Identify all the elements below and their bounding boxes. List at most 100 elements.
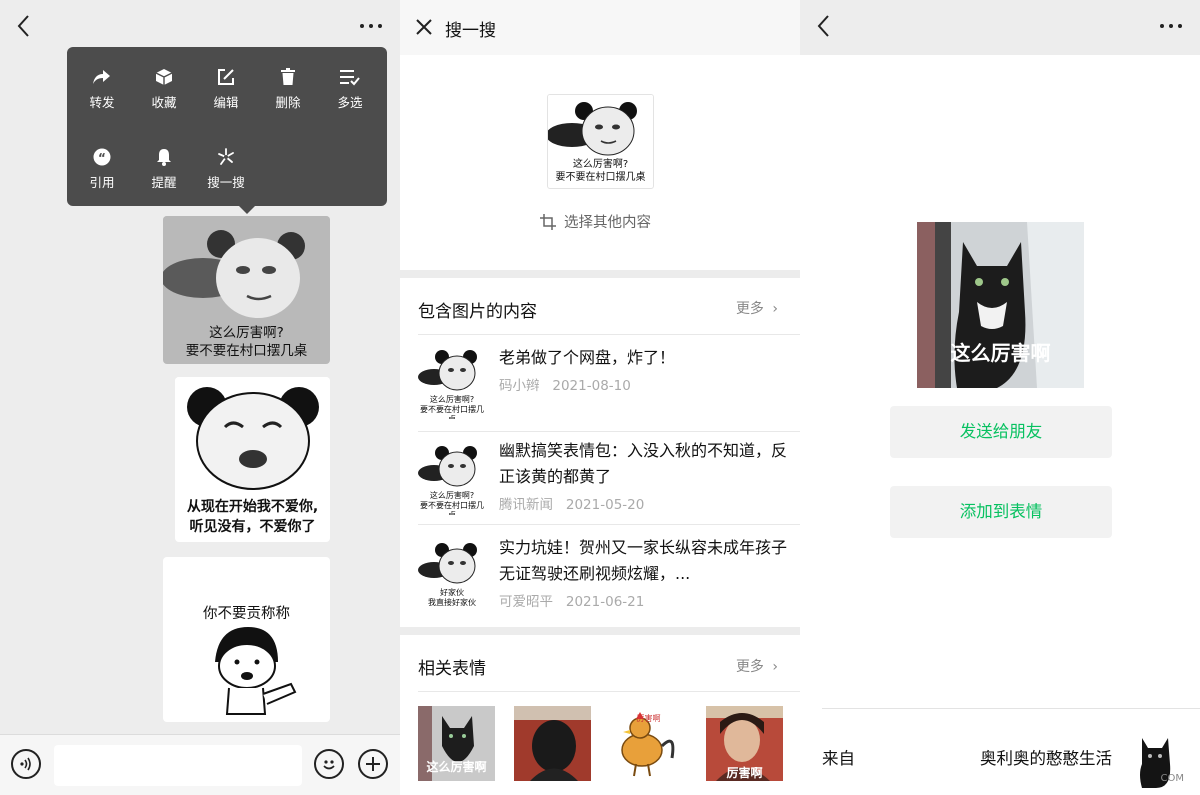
- thumb-caption-line1: 这么厉害啊?: [429, 395, 475, 404]
- more-dots-icon[interactable]: [1156, 14, 1186, 38]
- result-date: 2021-06-21: [565, 594, 645, 610]
- query-caption-line1: 这么厉害啊?: [572, 159, 629, 170]
- sticker-caption-line1: 这么厉害啊?: [209, 325, 284, 341]
- related-caption: 这么厉害啊: [426, 760, 487, 774]
- menu-item-edit[interactable]: 编辑: [195, 65, 257, 111]
- panda-face-image: [175, 377, 330, 492]
- more-link-images[interactable]: 更多 ›: [736, 298, 778, 318]
- more-label: 更多: [735, 301, 764, 317]
- menu-item-delete[interactable]: 删除: [257, 65, 319, 111]
- result-source: 腾讯新闻: [499, 497, 553, 513]
- thumb-caption-line2: 要不要在村口摆几桌: [420, 405, 484, 419]
- menu-label: 收藏: [151, 95, 177, 110]
- section-divider: [400, 270, 800, 278]
- related-sticker-chicken[interactable]: 厉害啊: [610, 706, 687, 781]
- thumb-caption-line2: 我直接好家伙: [428, 598, 476, 607]
- plus-icon[interactable]: [358, 749, 388, 779]
- divider: [822, 708, 1200, 709]
- voice-icon[interactable]: [11, 749, 41, 779]
- menu-label: 提醒: [151, 175, 177, 190]
- query-caption-line2: 要不要在村口摆几桌: [555, 172, 646, 183]
- search-header: 搜一搜: [400, 0, 800, 55]
- menu-item-search[interactable]: 搜一搜: [195, 145, 257, 191]
- result-title: 实力坑娃！贺州又一家长纵容未成年孩子无证驾驶还刷视频炫耀，...: [499, 538, 788, 583]
- svg-text:“: “: [98, 151, 106, 165]
- chat-input-bar: [0, 734, 400, 795]
- result-row[interactable]: 这么厉害啊? 要不要在村口摆几桌 老弟做了个网盘，炸了！ 码小辫 2021-08…: [418, 345, 800, 433]
- emoji-icon[interactable]: [314, 749, 344, 779]
- person-back-image: [514, 706, 591, 781]
- page-title: 搜一搜: [445, 21, 496, 41]
- result-source: 码小辫: [499, 378, 540, 394]
- crop-icon: [540, 213, 556, 230]
- result-title: 幽默搞笑表情包：入没入秋的不知道，反正该黄的都黄了: [499, 441, 788, 486]
- result-row[interactable]: 好家伙 我直接好家伙 实力坑娃！贺州又一家长纵容未成年孩子无证驾驶还刷视频炫耀，…: [418, 535, 800, 623]
- menu-label: 搜一搜: [207, 175, 245, 190]
- more-dots-icon[interactable]: [356, 14, 386, 38]
- sticker-caption-line2: 要不要在村口摆几桌: [185, 343, 308, 359]
- cat-sticker-image: 这么厉害啊: [917, 222, 1084, 388]
- cube-favorite-icon: [133, 65, 195, 89]
- select-other-content-link[interactable]: 选择其他内容: [540, 211, 651, 232]
- divider: [418, 524, 800, 525]
- panda-sticker-selected[interactable]: 这么厉害啊? 要不要在村口摆几桌: [163, 216, 330, 364]
- panda-face-image: [418, 446, 477, 487]
- multi-select-icon: [319, 65, 381, 89]
- panda-face-image: [548, 95, 653, 157]
- sticker-caption: 你不要贡称称: [203, 606, 290, 622]
- menu-label: 删除: [275, 95, 301, 110]
- message-input[interactable]: [54, 745, 302, 786]
- from-source-name[interactable]: 奥利奥的憨憨生活: [980, 745, 1112, 769]
- chevron-right-icon: ›: [772, 301, 778, 317]
- section-title-related: 相关表情: [418, 659, 486, 679]
- sticker-caption-line1: 从现在开始我不爱你,: [186, 499, 319, 515]
- result-source: 可爱昭平: [499, 594, 553, 610]
- sticker-caption-line2: 听见没有，不爱你了: [189, 519, 316, 535]
- menu-item-forward[interactable]: 转发: [71, 65, 133, 111]
- chat-topbar: [0, 0, 400, 52]
- section-title-images: 包含图片的内容: [418, 302, 537, 322]
- related-caption: 厉害啊: [726, 766, 763, 780]
- long-press-menu: 转发 收藏 编辑 删除 多选 “ 引用 提醒 搜一搜: [67, 47, 387, 214]
- related-caption: 厉害啊: [636, 714, 661, 723]
- menu-item-favorite[interactable]: 收藏: [133, 65, 195, 111]
- panda-sticker-crying[interactable]: 从现在开始我不爱你, 听见没有，不爱你了: [175, 377, 330, 542]
- bell-icon: [133, 145, 195, 169]
- search-panel: 搜一搜 这么厉害啊? 要不要在村口摆几桌 选择其他内容 包含图片的内容 更多 ›…: [400, 0, 800, 795]
- related-sticker-back[interactable]: [514, 706, 591, 781]
- chevron-left-icon[interactable]: [10, 12, 36, 40]
- avatar[interactable]: COM: [1128, 724, 1188, 788]
- result-thumbnail: 这么厉害啊? 要不要在村口摆几桌: [418, 345, 486, 419]
- related-sticker-cat[interactable]: 这么厉害啊: [418, 706, 495, 781]
- more-link-related[interactable]: 更多 ›: [736, 656, 778, 676]
- thumb-caption-line2: 要不要在村口摆几桌: [420, 501, 484, 515]
- menu-label: 多选: [337, 95, 363, 110]
- from-label: 来自: [822, 749, 855, 768]
- quote-icon: “: [71, 145, 133, 169]
- result-row[interactable]: 这么厉害啊? 要不要在村口摆几桌 幽默搞笑表情包：入没入秋的不知道，反正该黄的都…: [418, 438, 800, 526]
- close-icon[interactable]: [414, 17, 434, 37]
- trash-icon: [257, 65, 319, 89]
- menu-item-multiselect[interactable]: 多选: [319, 65, 381, 111]
- send-to-friend-button[interactable]: 发送给朋友: [890, 406, 1112, 458]
- panda-face-image: [418, 543, 477, 584]
- result-date: 2021-08-10: [552, 378, 631, 394]
- forward-icon: [71, 65, 133, 89]
- select-other-label: 选择其他内容: [564, 215, 651, 231]
- add-to-stickers-button[interactable]: 添加到表情: [890, 486, 1112, 538]
- thumb-caption-line1: 好家伙: [440, 588, 464, 597]
- menu-item-remind[interactable]: 提醒: [133, 145, 195, 191]
- chevron-left-icon[interactable]: [810, 12, 836, 40]
- related-sticker-lady[interactable]: 厉害啊: [706, 706, 783, 781]
- divider: [418, 431, 800, 432]
- divider: [418, 691, 800, 692]
- sparkle-search-icon: [195, 145, 257, 169]
- detail-topbar: [800, 0, 1200, 55]
- chat-panel: 转发 收藏 编辑 删除 多选 “ 引用 提醒 搜一搜 这么厉害啊? 要不要在村口…: [0, 0, 400, 795]
- mushroom-head-sticker[interactable]: 你不要贡称称: [163, 557, 330, 722]
- menu-label: 编辑: [213, 95, 239, 110]
- panda-face-image: [418, 350, 477, 391]
- screenshot: 转发 收藏 编辑 删除 多选 “ 引用 提醒 搜一搜 这么厉害啊? 要不要在村口…: [0, 0, 1200, 795]
- result-title: 老弟做了个网盘，炸了！: [499, 348, 676, 367]
- menu-item-quote[interactable]: “ 引用: [71, 145, 133, 191]
